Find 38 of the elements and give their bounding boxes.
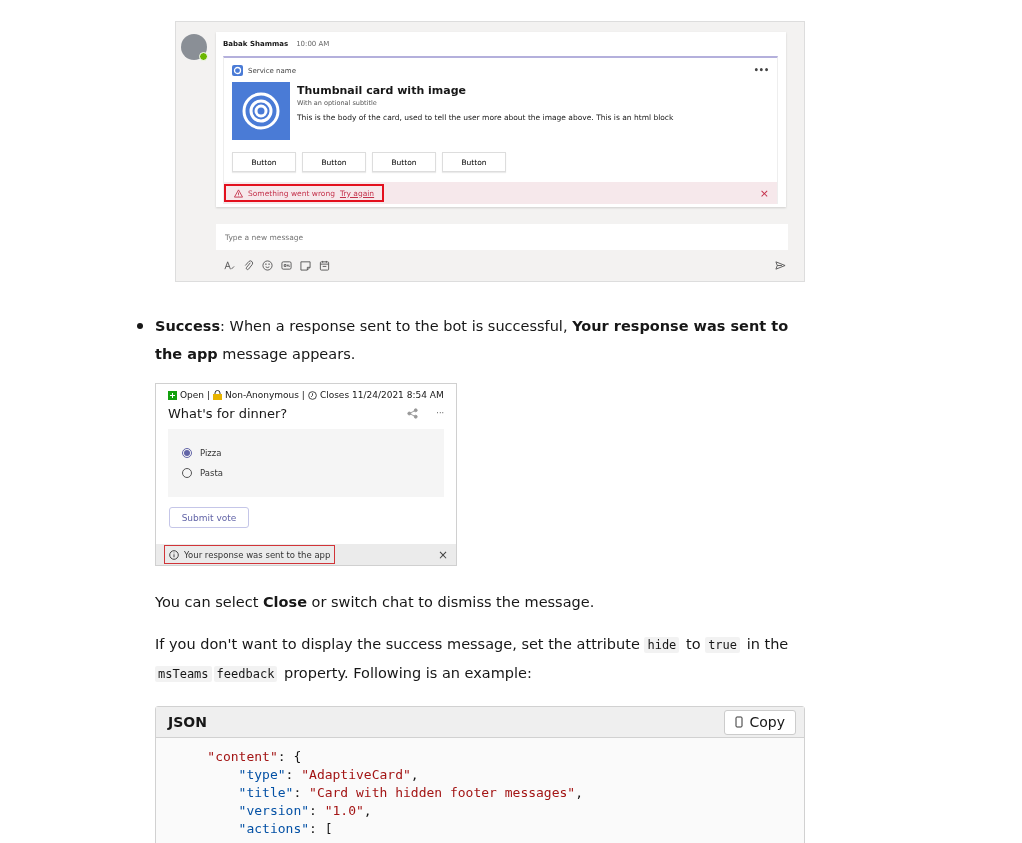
card-title: Thumbnail card with image	[297, 84, 468, 97]
submit-vote-button[interactable]: Submit vote	[169, 507, 249, 528]
service-logo-icon	[232, 65, 243, 76]
info-icon	[169, 549, 179, 560]
paragraph: You can select Close or switch chat to dismiss the message.	[155, 593, 596, 612]
clock-icon	[307, 390, 317, 400]
close-button[interactable]: ×	[437, 547, 448, 562]
code-text: "content": { "type": "AdaptiveCard", "title": "Card with hidden footer messages", "version": "1.0", "actions": [	[206, 748, 584, 838]
poll-question: What's for dinner?	[168, 406, 288, 421]
poll-status: Open |	[180, 390, 210, 400]
paragraph: If you don't want to display the success message, set the attribute hide to true in the msTeams feedback property. Following is an example:	[155, 635, 790, 684]
schedule-icon[interactable]	[319, 260, 330, 271]
format-icon[interactable]	[224, 260, 235, 271]
poll-privacy: Non-Anonymous |	[224, 390, 305, 400]
radio-button[interactable]	[182, 448, 192, 458]
paperclip-icon[interactable]	[243, 260, 254, 271]
sticker-icon[interactable]	[300, 260, 311, 271]
close-button[interactable]: ×	[759, 186, 769, 200]
gif-icon[interactable]	[281, 260, 292, 271]
option-label: Pasta	[200, 468, 223, 478]
emoji-icon[interactable]	[262, 260, 273, 271]
poll-closing-time: Closes 11/24/2021 8:54 AM	[319, 390, 444, 400]
bullet-text: Success: When a response sent to the bot is successful, Your response was sent to the app message appears.	[155, 317, 790, 364]
thumbnail-image	[232, 82, 290, 140]
avatar	[181, 34, 207, 60]
copy-button[interactable]: Copy	[724, 709, 796, 735]
share-icon[interactable]	[407, 408, 419, 419]
send-icon[interactable]	[775, 260, 786, 271]
option-label: Pizza	[200, 448, 222, 458]
more-options[interactable]: ···	[436, 409, 444, 418]
bullet-icon	[137, 323, 143, 329]
warning-icon	[234, 188, 243, 198]
more-options[interactable]: •••	[753, 66, 769, 75]
lock-icon	[212, 390, 222, 400]
code-language: JSON	[168, 714, 207, 730]
open-status-icon	[168, 390, 177, 400]
copy-icon	[735, 716, 745, 728]
success-text: Your response was sent to the app	[184, 549, 331, 560]
